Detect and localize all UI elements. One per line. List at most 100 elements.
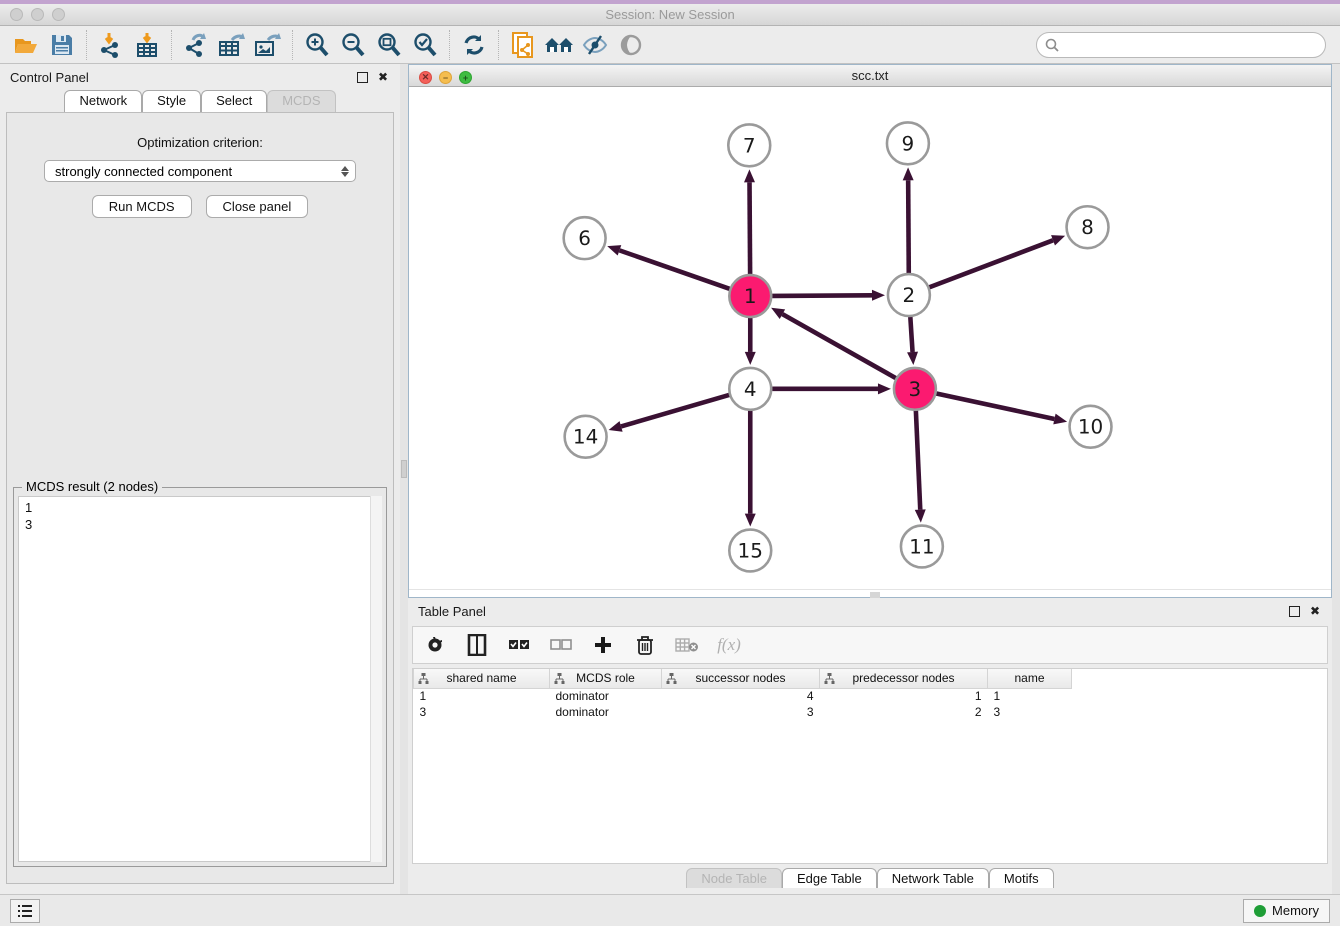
panel-splitter[interactable] bbox=[400, 64, 408, 894]
tab-network[interactable]: Network bbox=[64, 90, 142, 112]
hierarchy-icon bbox=[554, 673, 565, 684]
add-row-button[interactable] bbox=[591, 633, 615, 657]
select-all-button[interactable] bbox=[507, 633, 531, 657]
memory-button[interactable]: Memory bbox=[1243, 899, 1330, 923]
edge-3-10[interactable] bbox=[936, 393, 1054, 418]
canvas-scroll-grip[interactable] bbox=[870, 592, 880, 598]
cell-shared-name: 1 bbox=[414, 688, 550, 704]
zoom-out-button[interactable] bbox=[335, 29, 371, 61]
node-label-9: 9 bbox=[902, 131, 915, 155]
tab-mcds[interactable]: MCDS bbox=[267, 90, 335, 112]
apply-layout-button[interactable] bbox=[456, 29, 492, 61]
column-label: successor nodes bbox=[695, 671, 785, 685]
first-neighbors-button[interactable] bbox=[541, 29, 577, 61]
arrowhead-icon bbox=[1053, 413, 1067, 424]
cell-name: 1 bbox=[988, 688, 1072, 704]
table-row[interactable]: 3dominator323 bbox=[414, 704, 1072, 720]
status-bar: Memory bbox=[0, 894, 1340, 926]
tab-style[interactable]: Style bbox=[142, 90, 201, 112]
edge-3-11[interactable] bbox=[916, 410, 920, 509]
float-table-panel-icon[interactable] bbox=[1289, 606, 1300, 617]
column-header-predecessor-nodes[interactable]: predecessor nodes bbox=[820, 669, 988, 688]
node-label-15: 15 bbox=[738, 538, 763, 562]
network-graph[interactable]: 7968124314101511 bbox=[409, 87, 1331, 589]
node-label-6: 6 bbox=[578, 226, 591, 250]
network-view-window: ✕ − + scc.txt 7968124314101511 bbox=[408, 64, 1332, 598]
optimization-criterion-select[interactable]: strongly connected component bbox=[44, 160, 356, 182]
column-header-name[interactable]: name bbox=[988, 669, 1072, 688]
minimize-window-button[interactable] bbox=[31, 8, 44, 21]
minimize-network-button[interactable]: − bbox=[439, 71, 452, 84]
search-field[interactable] bbox=[1036, 32, 1326, 58]
cell-mcds-role: dominator bbox=[550, 704, 662, 720]
column-chooser-button[interactable] bbox=[465, 633, 489, 657]
import-table-button[interactable] bbox=[129, 29, 165, 61]
node-label-11: 11 bbox=[909, 534, 934, 558]
splitter-grip[interactable] bbox=[401, 460, 407, 478]
deselect-all-button[interactable] bbox=[549, 633, 573, 657]
result-scrollbar[interactable] bbox=[370, 496, 382, 862]
hierarchy-icon bbox=[418, 673, 429, 684]
column-header-successor-nodes[interactable]: successor nodes bbox=[662, 669, 820, 688]
search-input[interactable] bbox=[1065, 37, 1317, 52]
edge-4-14[interactable] bbox=[621, 395, 729, 426]
zoom-fit-button[interactable] bbox=[371, 29, 407, 61]
table-tabs: Node TableEdge TableNetwork TableMotifs bbox=[408, 864, 1332, 894]
float-panel-icon[interactable] bbox=[357, 72, 368, 83]
open-session-button[interactable] bbox=[8, 29, 44, 61]
tab-node-table[interactable]: Node Table bbox=[686, 868, 782, 888]
close-network-button[interactable]: ✕ bbox=[419, 71, 432, 84]
column-header-shared-name[interactable]: shared name bbox=[414, 669, 550, 688]
zoom-in-icon bbox=[304, 32, 330, 58]
dropdown-stepper-icon bbox=[341, 166, 349, 177]
edge-2-9[interactable] bbox=[908, 180, 909, 273]
close-panel-icon[interactable]: ✖ bbox=[376, 70, 390, 84]
tab-edge-table[interactable]: Edge Table bbox=[782, 868, 877, 888]
edge-2-3[interactable] bbox=[910, 317, 912, 352]
maximize-window-button[interactable] bbox=[52, 8, 65, 21]
import-network-button[interactable] bbox=[93, 29, 129, 61]
tab-select[interactable]: Select bbox=[201, 90, 267, 112]
maximize-network-button[interactable]: + bbox=[459, 71, 472, 84]
edge-1-7[interactable] bbox=[750, 182, 751, 274]
edge-1-6[interactable] bbox=[619, 250, 729, 288]
column-header-mcds-role[interactable]: MCDS role bbox=[550, 669, 662, 688]
hide-panels-button[interactable] bbox=[577, 29, 613, 61]
zoom-selected-button[interactable] bbox=[407, 29, 443, 61]
table-row[interactable]: 1dominator411 bbox=[414, 688, 1072, 704]
edge-3-1[interactable] bbox=[782, 314, 895, 378]
apply-function-button[interactable]: f(x) bbox=[717, 633, 741, 657]
export-image-button[interactable] bbox=[250, 29, 286, 61]
network-window-titlebar[interactable]: ✕ − + scc.txt bbox=[409, 65, 1331, 87]
tab-network-table[interactable]: Network Table bbox=[877, 868, 989, 888]
delete-row-button[interactable] bbox=[633, 633, 657, 657]
network-canvas[interactable]: 7968124314101511 bbox=[409, 87, 1331, 589]
arrowhead-icon bbox=[907, 351, 918, 364]
export-network-button[interactable] bbox=[178, 29, 214, 61]
node-label-2: 2 bbox=[903, 283, 916, 307]
close-panel-button[interactable]: Close panel bbox=[206, 195, 309, 218]
zoom-in-button[interactable] bbox=[299, 29, 335, 61]
show-panels-button[interactable] bbox=[613, 29, 649, 61]
clone-network-button[interactable] bbox=[505, 29, 541, 61]
edge-2-8[interactable] bbox=[929, 240, 1053, 287]
close-window-button[interactable] bbox=[10, 8, 23, 21]
save-session-button[interactable] bbox=[44, 29, 80, 61]
eye-icon bbox=[619, 33, 643, 57]
table-settings-button[interactable] bbox=[423, 633, 447, 657]
tab-motifs[interactable]: Motifs bbox=[989, 868, 1054, 888]
gear-icon bbox=[425, 635, 445, 655]
task-history-button[interactable] bbox=[10, 899, 40, 923]
network-bottom-strip bbox=[409, 589, 1331, 597]
run-mcds-button[interactable]: Run MCDS bbox=[92, 195, 192, 218]
delete-table-button[interactable] bbox=[675, 633, 699, 657]
export-image-icon bbox=[254, 32, 282, 58]
mcds-result-text[interactable]: 13 bbox=[18, 496, 382, 862]
import-table-icon bbox=[134, 32, 160, 58]
hierarchy-icon bbox=[824, 673, 835, 684]
node-label-1: 1 bbox=[744, 284, 757, 308]
close-table-panel-icon[interactable]: ✖ bbox=[1308, 604, 1322, 618]
export-table-button[interactable] bbox=[214, 29, 250, 61]
edge-1-2[interactable] bbox=[772, 295, 872, 296]
plus-icon bbox=[593, 635, 613, 655]
